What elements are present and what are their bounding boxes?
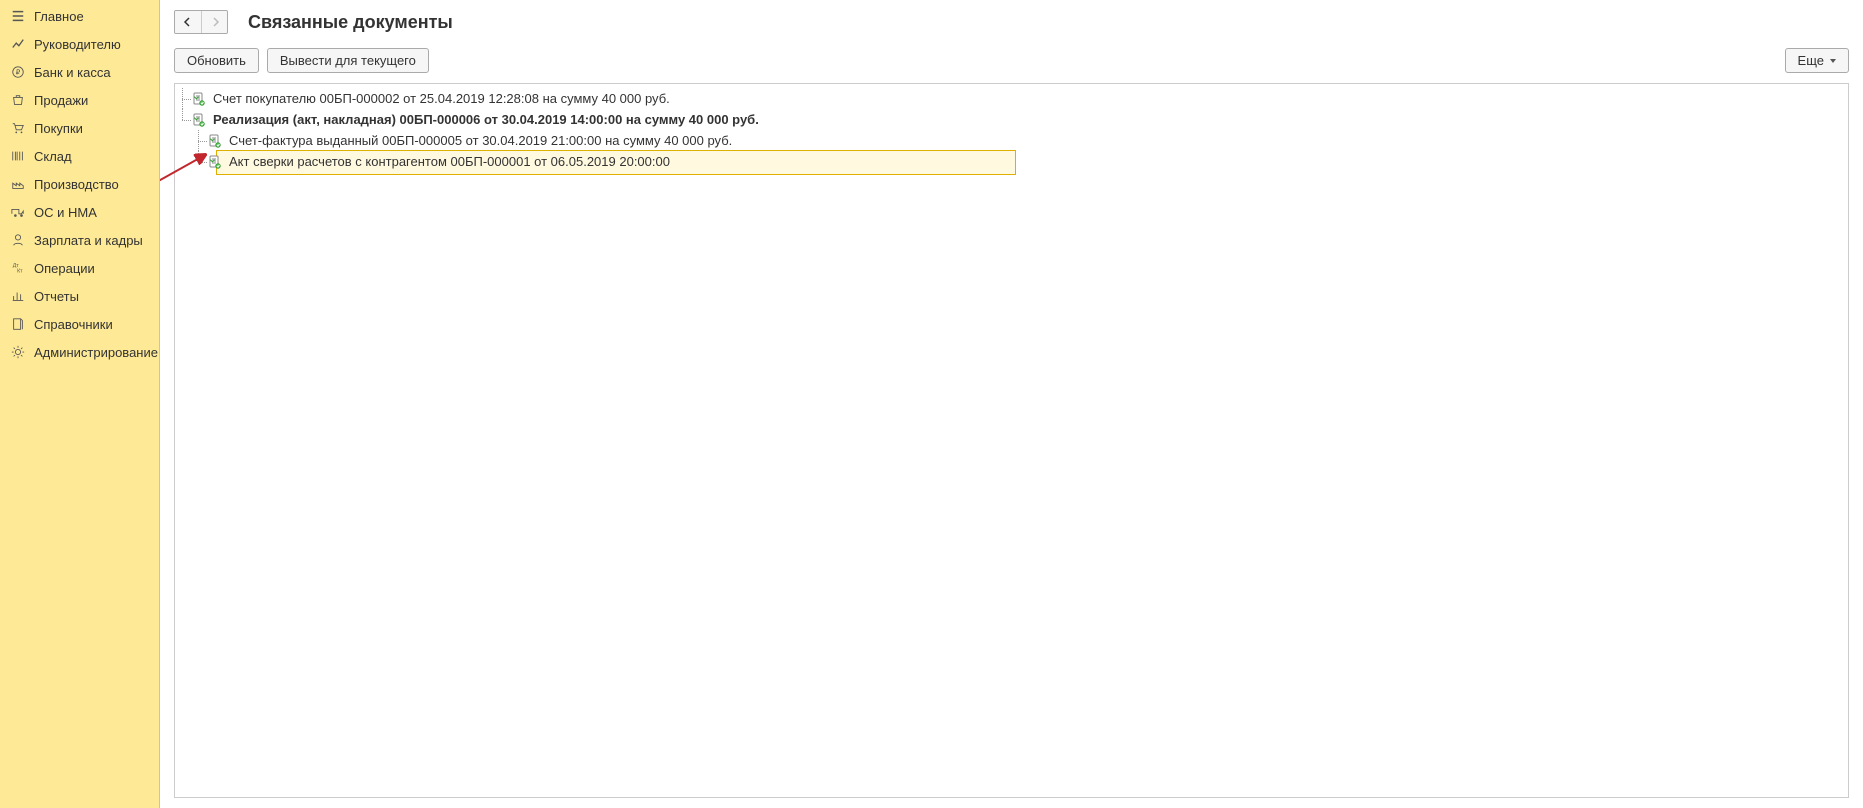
main-panel: Связанные документы Обновить Вывести для… <box>160 0 1863 808</box>
sidebar-item-main[interactable]: Главное <box>0 2 159 30</box>
book-icon <box>10 316 26 332</box>
tree-row-text: Акт сверки расчетов с контрагентом 00БП-… <box>225 154 670 169</box>
gear-icon <box>10 344 26 360</box>
sidebar-item-reports[interactable]: Отчеты <box>0 282 159 310</box>
sidebar-item-label: Продажи <box>34 93 88 108</box>
sidebar: Главное Руководителю ₽ Банк и касса Прод… <box>0 0 160 808</box>
tree-row-text: Счет покупателю 00БП-000002 от 25.04.201… <box>209 91 670 106</box>
sidebar-item-purchases[interactable]: Покупки <box>0 114 159 142</box>
sidebar-item-operations[interactable]: ДтКт Операции <box>0 254 159 282</box>
document-posted-icon <box>207 133 223 149</box>
sidebar-item-label: Склад <box>34 149 72 164</box>
nav-back-button[interactable] <box>175 11 201 33</box>
nav-group <box>174 10 228 34</box>
svg-text:Кт: Кт <box>17 268 23 274</box>
sidebar-item-label: ОС и НМА <box>34 205 97 220</box>
sidebar-item-warehouse[interactable]: Склад <box>0 142 159 170</box>
sidebar-item-hr[interactable]: Зарплата и кадры <box>0 226 159 254</box>
sidebar-item-sales[interactable]: Продажи <box>0 86 159 114</box>
sidebar-item-label: Производство <box>34 177 119 192</box>
ruble-icon: ₽ <box>10 64 26 80</box>
sidebar-item-label: Покупки <box>34 121 83 136</box>
barcode-icon <box>10 148 26 164</box>
sidebar-item-label: Руководителю <box>34 37 121 52</box>
sidebar-item-bank[interactable]: ₽ Банк и касса <box>0 58 159 86</box>
tree-row[interactable]: Счет покупателю 00БП-000002 от 25.04.201… <box>175 88 1848 109</box>
sidebar-item-assets[interactable]: ОС и НМА <box>0 198 159 226</box>
more-button-label: Еще <box>1798 53 1824 68</box>
trend-icon <box>10 36 26 52</box>
toolbar: Обновить Вывести для текущего Еще <box>174 48 1849 73</box>
arrow-right-icon <box>210 17 220 27</box>
sidebar-item-manager[interactable]: Руководителю <box>0 30 159 58</box>
sidebar-item-label: Банк и касса <box>34 65 111 80</box>
tree-row-text: Реализация (акт, накладная) 00БП-000006 … <box>209 112 759 127</box>
sidebar-item-label: Отчеты <box>34 289 79 304</box>
refresh-button[interactable]: Обновить <box>174 48 259 73</box>
nav-forward-button[interactable] <box>201 11 227 33</box>
sidebar-item-production[interactable]: Производство <box>0 170 159 198</box>
tree-row[interactable]: Реализация (акт, накладная) 00БП-000006 … <box>175 109 1848 130</box>
factory-icon <box>10 176 26 192</box>
document-posted-icon <box>191 112 207 128</box>
person-icon <box>10 232 26 248</box>
chevron-down-icon <box>1830 59 1836 63</box>
tree-row[interactable]: Счет-фактура выданный 00БП-000005 от 30.… <box>175 130 1848 151</box>
tree-row[interactable]: Акт сверки расчетов с контрагентом 00БП-… <box>175 151 1848 172</box>
sidebar-item-label: Главное <box>34 9 84 24</box>
svg-text:₽: ₽ <box>16 69 21 77</box>
sidebar-item-label: Зарплата и кадры <box>34 233 143 248</box>
tree-row-text: Счет-фактура выданный 00БП-000005 от 30.… <box>225 133 732 148</box>
page-title: Связанные документы <box>248 12 453 33</box>
sidebar-item-label: Справочники <box>34 317 113 332</box>
sidebar-item-label: Администрирование <box>34 345 158 360</box>
ledger-icon: ДтКт <box>10 260 26 276</box>
arrow-left-icon <box>183 17 193 27</box>
sidebar-item-label: Операции <box>34 261 95 276</box>
document-posted-icon <box>191 91 207 107</box>
titlebar: Связанные документы <box>174 10 1849 34</box>
barchart-icon <box>10 288 26 304</box>
more-button[interactable]: Еще <box>1785 48 1849 73</box>
menu-icon <box>10 8 26 24</box>
bag-icon <box>10 92 26 108</box>
document-tree[interactable]: Счет покупателю 00БП-000002 от 25.04.201… <box>174 83 1849 798</box>
annotation-arrow <box>160 150 230 210</box>
truck-icon <box>10 204 26 220</box>
sidebar-item-admin[interactable]: Администрирование <box>0 338 159 366</box>
output-current-button[interactable]: Вывести для текущего <box>267 48 429 73</box>
cart-icon <box>10 120 26 136</box>
sidebar-item-catalogs[interactable]: Справочники <box>0 310 159 338</box>
